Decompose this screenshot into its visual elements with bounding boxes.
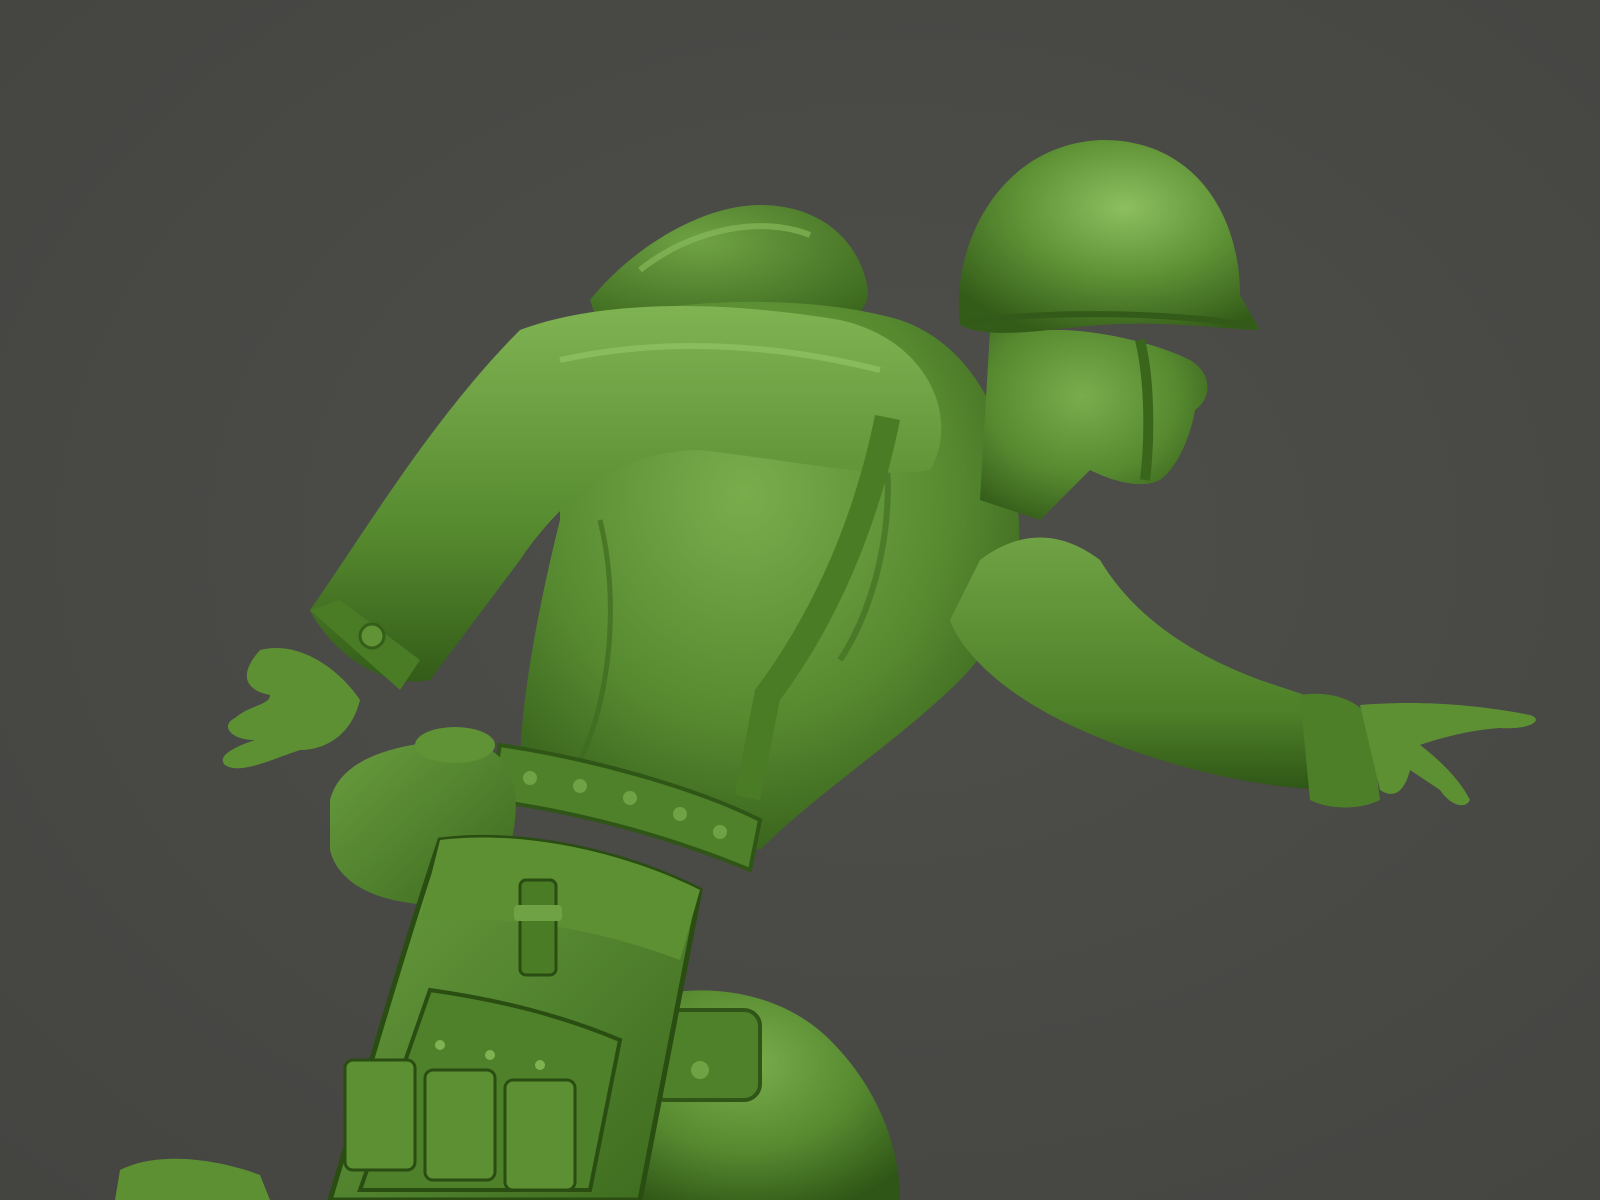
front-hand xyxy=(1360,703,1536,806)
sculpt-viewport xyxy=(0,0,1600,1200)
head xyxy=(980,330,1208,520)
front-arm xyxy=(950,537,1380,808)
soldier-render xyxy=(115,139,1536,1200)
helmet-icon xyxy=(958,139,1260,333)
rear-hand xyxy=(222,648,360,769)
